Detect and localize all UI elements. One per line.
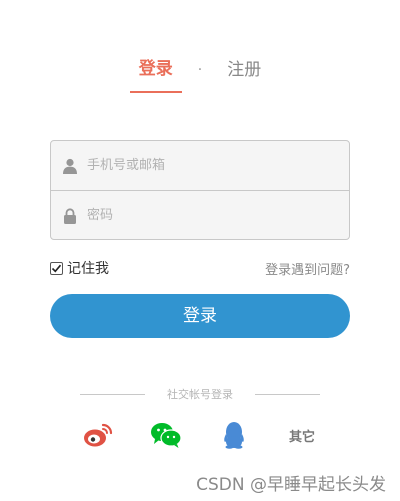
password-field-row	[51, 190, 349, 239]
username-input[interactable]	[87, 141, 349, 190]
other-login-link[interactable]: 其它	[285, 420, 319, 450]
social-providers: 其它	[0, 420, 400, 450]
remember-row: 记住我 登录遇到问题?	[50, 257, 350, 279]
wechat-icon[interactable]	[149, 420, 183, 450]
lock-icon	[62, 207, 78, 224]
auth-tabs: 登录 · 注册	[0, 58, 400, 93]
login-help-link[interactable]: 登录遇到问题?	[265, 259, 350, 278]
weibo-icon[interactable]	[81, 420, 115, 450]
qq-icon[interactable]	[217, 420, 251, 450]
social-title-text: 社交帐号登录	[167, 388, 233, 401]
tab-login[interactable]: 登录	[129, 58, 182, 93]
login-button[interactable]: 登录	[50, 294, 350, 338]
csdn-watermark: CSDN @早睡早起长头发	[196, 475, 386, 495]
login-page: 登录 · 注册 手机号或邮箱 记住我 登录遇到问题? 登录 社交帐号登录 其它 …	[0, 0, 400, 501]
remember-me[interactable]: 记住我	[50, 258, 109, 278]
tab-separator: ·	[197, 62, 203, 78]
tab-register[interactable]: 注册	[218, 59, 270, 92]
divider-right	[255, 393, 320, 395]
social-login-title: 社交帐号登录	[80, 386, 320, 402]
password-input[interactable]	[87, 191, 349, 239]
remember-label: 记住我	[67, 261, 109, 277]
divider-left	[80, 393, 145, 395]
user-icon	[62, 158, 78, 174]
check-icon	[51, 264, 62, 272]
remember-checkbox[interactable]	[50, 261, 63, 275]
username-field-row	[51, 141, 349, 190]
login-input-group	[50, 140, 350, 240]
